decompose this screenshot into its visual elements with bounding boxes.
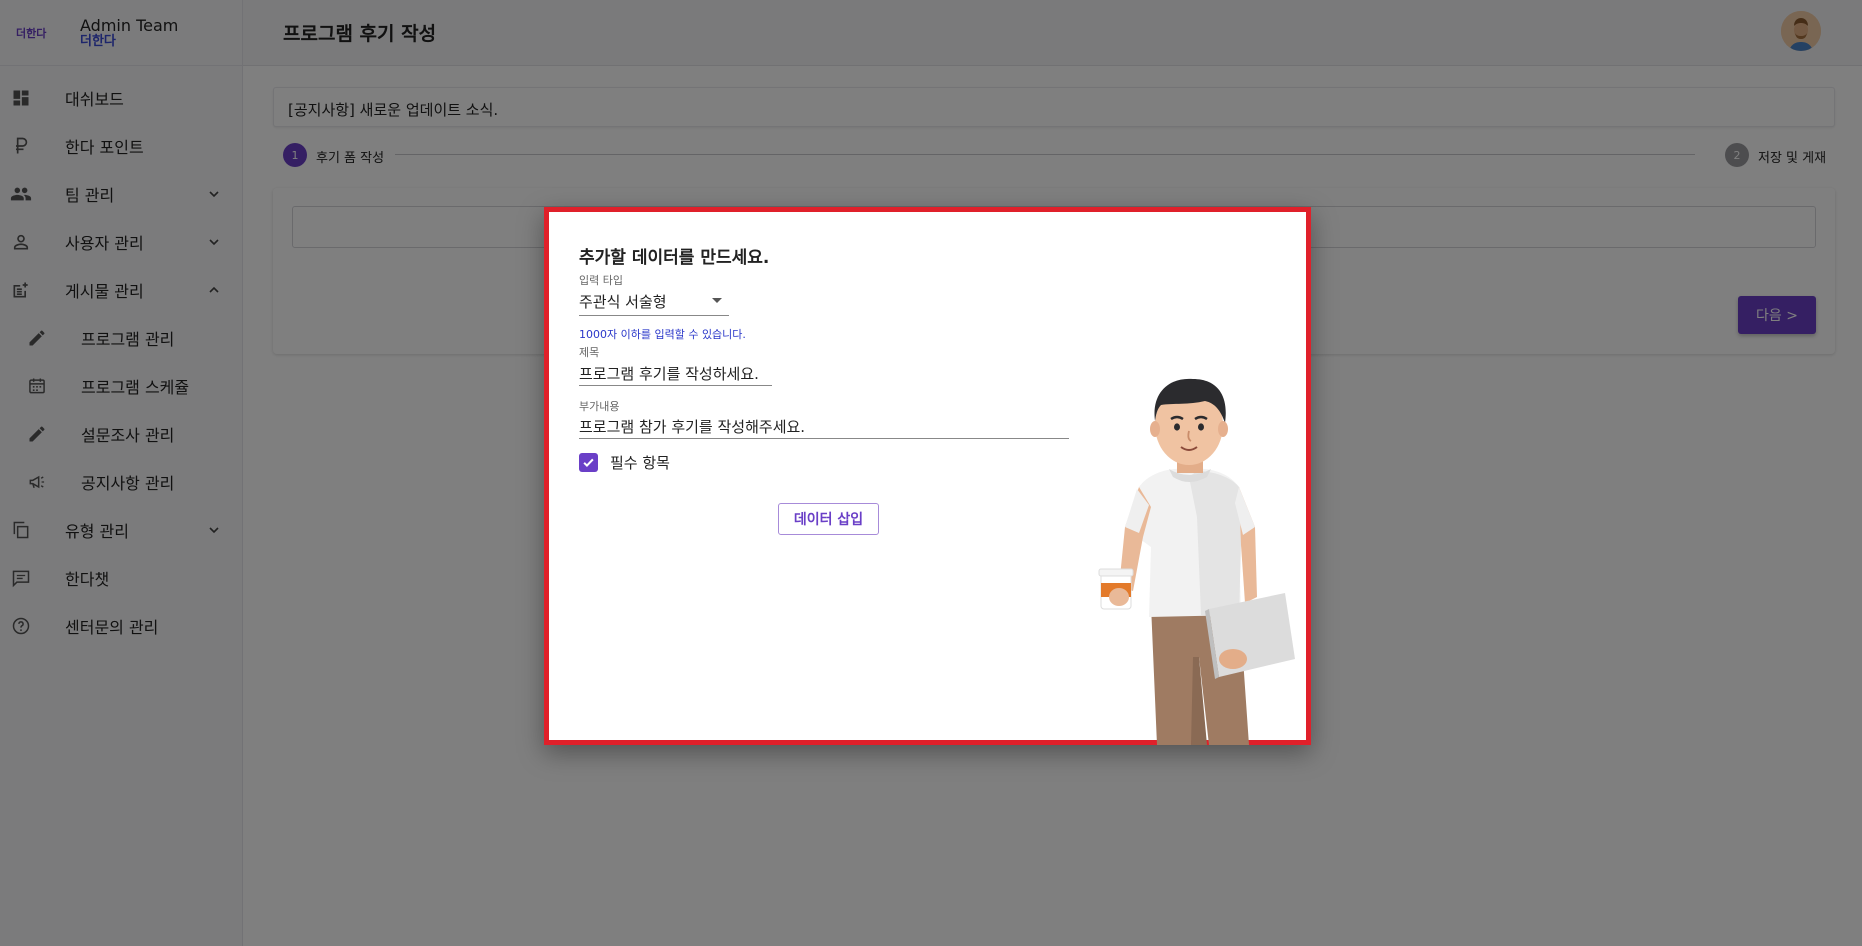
extra-field-label: 부가내용 bbox=[579, 400, 620, 413]
input-type-helper: 1000자 이하를 입력할 수 있습니다. bbox=[579, 328, 746, 341]
extra-field[interactable] bbox=[579, 414, 1069, 439]
character-illustration bbox=[1098, 378, 1295, 745]
input-type-select[interactable]: 주관식 서술형 bbox=[579, 289, 729, 316]
title-field-label: 제목 bbox=[579, 346, 600, 359]
caret-down-icon bbox=[712, 298, 722, 303]
insert-data-button[interactable]: 데이터 삽입 bbox=[778, 503, 879, 535]
input-type-label: 입력 타입 bbox=[579, 274, 623, 287]
required-checkbox-row[interactable]: 필수 항목 bbox=[579, 451, 670, 473]
title-field[interactable] bbox=[579, 361, 772, 386]
title-input[interactable] bbox=[579, 361, 772, 385]
input-type-value: 주관식 서술형 bbox=[579, 293, 667, 311]
extra-input[interactable] bbox=[579, 414, 1069, 438]
check-icon bbox=[583, 458, 594, 467]
dialog-title: 추가할 데이터를 만드세요. bbox=[579, 248, 770, 268]
add-data-dialog: 추가할 데이터를 만드세요. 입력 타입 주관식 서술형 1000자 이하를 입… bbox=[544, 207, 1311, 745]
required-checkbox-label: 필수 항목 bbox=[610, 453, 670, 472]
required-checkbox[interactable] bbox=[579, 452, 598, 472]
